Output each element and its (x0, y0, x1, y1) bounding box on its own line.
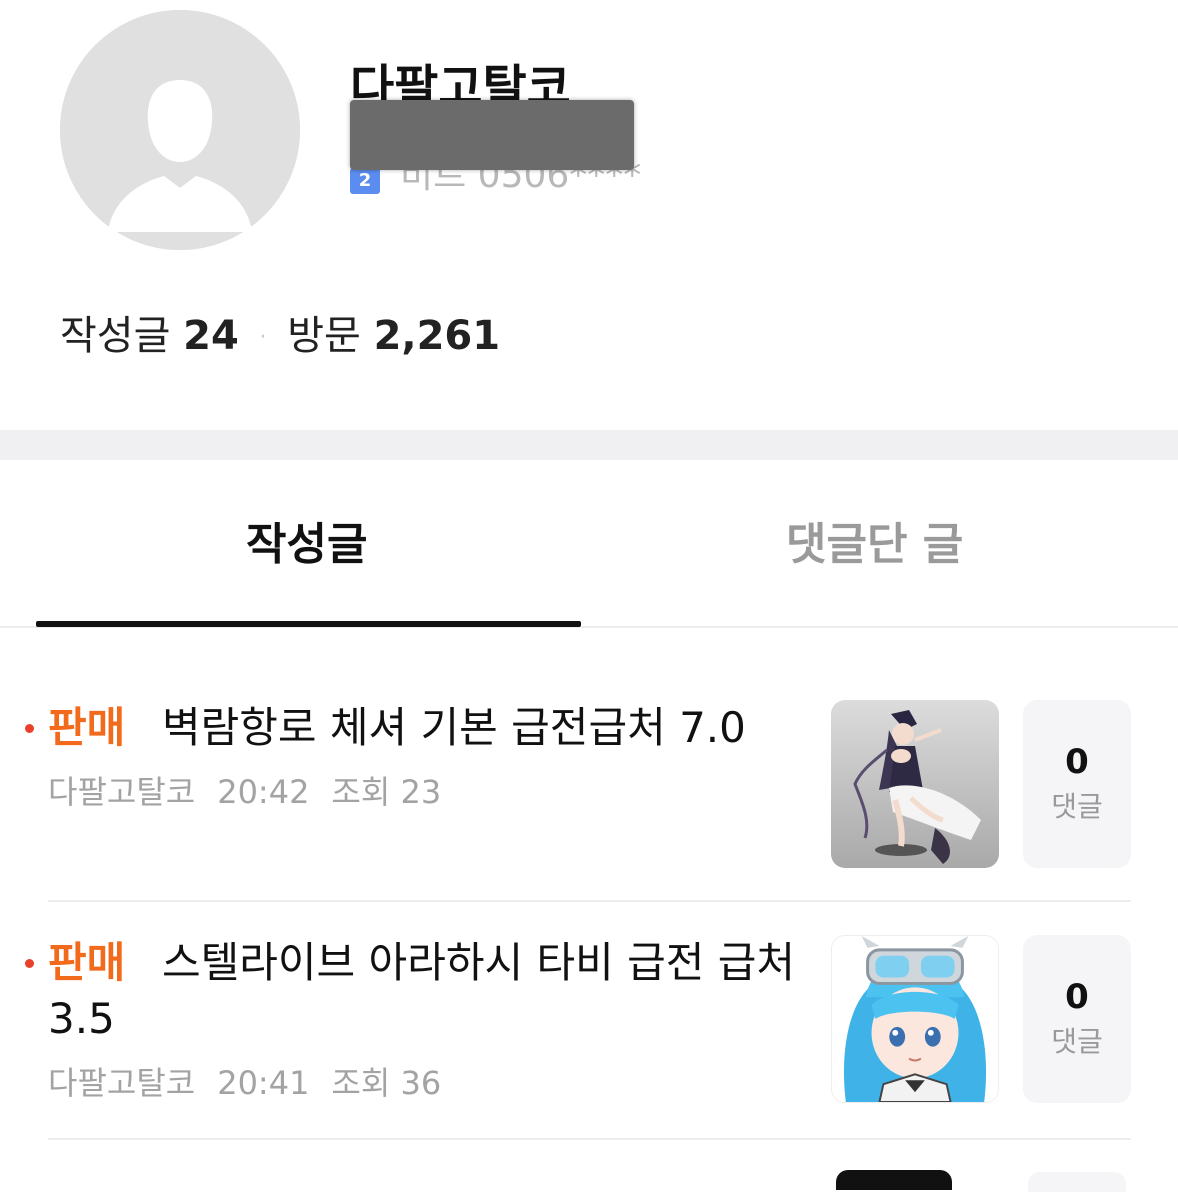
tab-posts[interactable]: 작성글 (246, 515, 367, 575)
post-title: 스텔라이브 아라하시 타비 급전 급처 3.5 (48, 938, 796, 1043)
post-views: 조회 23 (331, 773, 442, 811)
redaction-block (350, 100, 634, 170)
active-tab-indicator (36, 621, 581, 627)
row-divider (48, 1138, 1131, 1140)
list-item-partial[interactable] (0, 1162, 1178, 1192)
figure-thumbnail-icon (831, 700, 999, 868)
post-thumbnail[interactable] (831, 700, 999, 868)
tab-commented-posts[interactable]: 댓글단 글 (786, 515, 963, 575)
post-thumbnail-partial (836, 1170, 952, 1190)
list-item[interactable]: 판매 스텔라이브 아라하시 타비 급전 급처 3.5 다팔고탈코 20:41 조회 … (0, 925, 1178, 1115)
comment-count-box[interactable]: 0 댓글 (1023, 700, 1131, 868)
new-bullet-icon (25, 724, 34, 733)
post-author: 다팔고탈코 (48, 1064, 196, 1102)
section-divider (0, 430, 1178, 460)
visits-count: 2,261 (373, 313, 501, 359)
level-badge-icon: 2 (350, 168, 380, 194)
post-time: 20:41 (217, 1064, 310, 1102)
post-title: 벽람항로 체셔 기본 급전급처 7.0 (162, 703, 746, 752)
row-divider (48, 900, 1131, 902)
post-meta: 다팔고탈코 20:41 조회 36 (48, 1063, 463, 1103)
comment-label: 댓글 (1051, 790, 1103, 823)
visits-label: 방문 (287, 313, 361, 359)
avatar[interactable] (60, 10, 300, 250)
posts-count: 24 (183, 313, 239, 359)
list-item[interactable]: 판매 벽람항로 체셔 기본 급전급처 7.0 다팔고탈코 20:42 조회 23 (0, 690, 1178, 880)
posts-label: 작성글 (60, 313, 171, 359)
post-thumbnail[interactable] (831, 935, 999, 1103)
comment-count: 0 (1065, 742, 1089, 782)
default-user-icon (60, 10, 300, 250)
post-views: 조회 36 (331, 1064, 442, 1102)
post-time: 20:42 (217, 773, 310, 811)
post-author: 다팔고탈코 (48, 773, 196, 811)
anime-girl-thumbnail-icon (832, 936, 998, 1102)
post-meta: 다팔고탈코 20:42 조회 23 (48, 772, 463, 812)
comment-label: 댓글 (1051, 1025, 1103, 1058)
stats-separator: · (259, 325, 267, 350)
profile-stats: 작성글 24 · 방문 2,261 (60, 310, 500, 364)
post-tag: 판매 (48, 703, 126, 752)
new-bullet-icon (25, 959, 34, 968)
comment-count-box[interactable]: 0 댓글 (1023, 935, 1131, 1103)
comment-count: 0 (1065, 977, 1089, 1017)
comment-count-box-partial (1028, 1172, 1126, 1192)
